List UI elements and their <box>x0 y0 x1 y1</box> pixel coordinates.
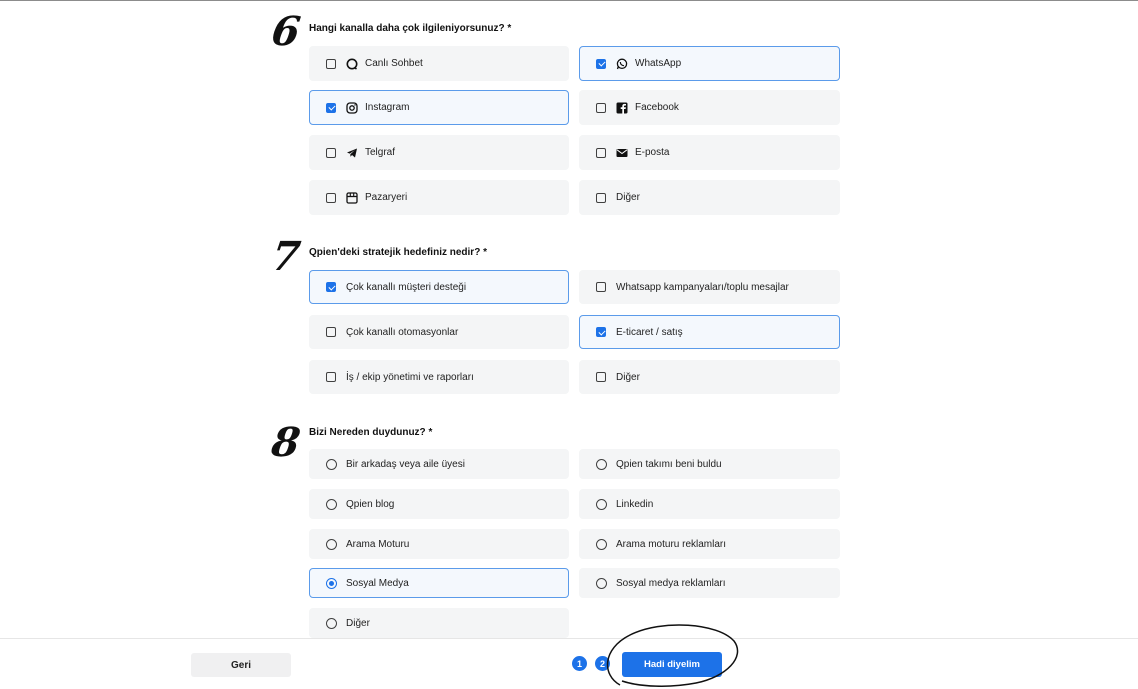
option-label: Canlı Sohbet <box>365 58 423 69</box>
option-label: E-posta <box>635 147 670 158</box>
page-indicator-1[interactable]: 1 <box>572 656 587 671</box>
checkbox[interactable] <box>326 192 336 203</box>
option-bir-arkadas[interactable]: Bir arkadaş veya aile üyesi <box>309 449 569 479</box>
whatsapp-icon <box>616 58 628 70</box>
checkbox[interactable] <box>326 58 336 69</box>
option-label: Qpien blog <box>346 498 395 510</box>
option-label: Arama moturu reklamları <box>616 538 727 550</box>
option-cok-kanalli-otomasyonlar[interactable]: Çok kanallı otomasyonlar <box>309 315 569 349</box>
option-linkedin[interactable]: Linkedin <box>579 489 840 519</box>
option-arama-moturu-reklamlari[interactable]: Arama moturu reklamları <box>579 529 840 559</box>
option-label: Bir arkadaş veya aile üyesi <box>346 458 465 470</box>
option-e-posta[interactable]: E-posta <box>579 135 840 170</box>
checkbox[interactable] <box>326 147 336 158</box>
checkbox[interactable] <box>326 327 336 337</box>
checkbox-checked[interactable] <box>596 327 606 337</box>
option-label: Whatsapp kampanyaları/toplu mesajlar <box>616 281 789 293</box>
question-6-title: Hangi kanalla daha çok ilgileniyorsunuz?… <box>309 23 512 34</box>
option-label: Sosyal medya reklamları <box>616 577 726 589</box>
option-qpien-takimi[interactable]: Qpien takımı beni buldu <box>579 449 840 479</box>
option-qpien-blog[interactable]: Qpien blog <box>309 489 569 519</box>
checkbox[interactable] <box>326 372 336 382</box>
option-pazaryeri[interactable]: Pazaryeri <box>309 180 569 215</box>
radio[interactable] <box>596 498 607 510</box>
option-label: Diğer <box>346 617 370 629</box>
option-label: Telgraf <box>365 147 396 158</box>
annotation-number-6: 6 <box>268 8 304 55</box>
checkbox-checked[interactable] <box>326 282 336 292</box>
option-instagram[interactable]: Instagram <box>309 90 569 125</box>
option-label: Sosyal Medya <box>346 577 409 589</box>
option-label: E-ticaret / satış <box>616 326 683 338</box>
back-button[interactable]: Geri <box>191 653 291 677</box>
option-label: Facebook <box>635 102 679 113</box>
option-sosyal-medya-reklamlari[interactable]: Sosyal medya reklamları <box>579 568 840 598</box>
radio-selected[interactable] <box>326 577 337 589</box>
annotation-number-8: 8 <box>268 419 304 466</box>
option-label: WhatsApp <box>635 58 682 69</box>
option-cok-kanalli-musteri-destegi[interactable]: Çok kanallı müşteri desteği <box>309 270 569 304</box>
facebook-icon <box>616 102 628 114</box>
option-label: Diğer <box>616 371 640 383</box>
question-7-title: Qpien'deki stratejik hedefiniz nedir? * <box>309 247 487 258</box>
option-label: Linkedin <box>616 498 654 510</box>
checkbox[interactable] <box>596 192 606 203</box>
option-sosyal-medya[interactable]: Sosyal Medya <box>309 568 569 598</box>
annotation-number-7: 7 <box>268 233 304 280</box>
checkbox[interactable] <box>596 102 606 113</box>
option-label: Instagram <box>365 102 410 113</box>
radio[interactable] <box>326 538 337 550</box>
option-label: Qpien takımı beni buldu <box>616 458 722 470</box>
option-facebook[interactable]: Facebook <box>579 90 840 125</box>
page-indicator-2[interactable]: 2 <box>595 656 610 671</box>
radio[interactable] <box>326 498 337 510</box>
option-label: İş / ekip yönetimi ve raporları <box>346 371 474 383</box>
checkbox[interactable] <box>596 147 606 158</box>
telegram-icon <box>346 147 358 159</box>
checkbox-checked[interactable] <box>326 102 336 113</box>
checkbox-checked[interactable] <box>596 58 606 69</box>
radio[interactable] <box>326 458 337 470</box>
footer-divider <box>0 638 1138 639</box>
option-telgraf[interactable]: Telgraf <box>309 135 569 170</box>
instagram-icon <box>346 101 358 114</box>
option-diger[interactable]: Diğer <box>579 360 840 394</box>
option-canli-sohbet[interactable]: Canlı Sohbet <box>309 46 569 81</box>
radio[interactable] <box>596 538 607 550</box>
option-diger[interactable]: Diğer <box>309 608 569 638</box>
option-is-ekip-yonetimi[interactable]: İş / ekip yönetimi ve raporları <box>309 360 569 394</box>
option-label: Çok kanallı müşteri desteği <box>346 281 467 293</box>
option-label: Diğer <box>616 192 640 203</box>
option-label: Arama Moturu <box>346 538 410 550</box>
envelope-icon <box>616 147 628 159</box>
option-arama-moturu[interactable]: Arama Moturu <box>309 529 569 559</box>
radio[interactable] <box>326 617 337 629</box>
radio[interactable] <box>596 577 607 589</box>
option-whatsapp[interactable]: WhatsApp <box>579 46 840 81</box>
submit-button[interactable]: Hadi diyelim <box>622 652 722 677</box>
option-e-ticaret-satis[interactable]: E-ticaret / satış <box>579 315 840 349</box>
storefront-icon <box>346 191 358 204</box>
option-label: Çok kanallı otomasyonlar <box>346 326 459 338</box>
question-8-title: Bizi Nereden duydunuz? * <box>309 427 433 438</box>
checkbox[interactable] <box>596 282 606 292</box>
checkbox[interactable] <box>596 372 606 382</box>
option-diger[interactable]: Diğer <box>579 180 840 215</box>
radio[interactable] <box>596 458 607 470</box>
option-whatsapp-kampanyalari[interactable]: Whatsapp kampanyaları/toplu mesajlar <box>579 270 840 304</box>
top-divider <box>0 0 1138 1</box>
option-label: Pazaryeri <box>365 192 408 203</box>
chat-bubble-icon <box>346 58 358 70</box>
